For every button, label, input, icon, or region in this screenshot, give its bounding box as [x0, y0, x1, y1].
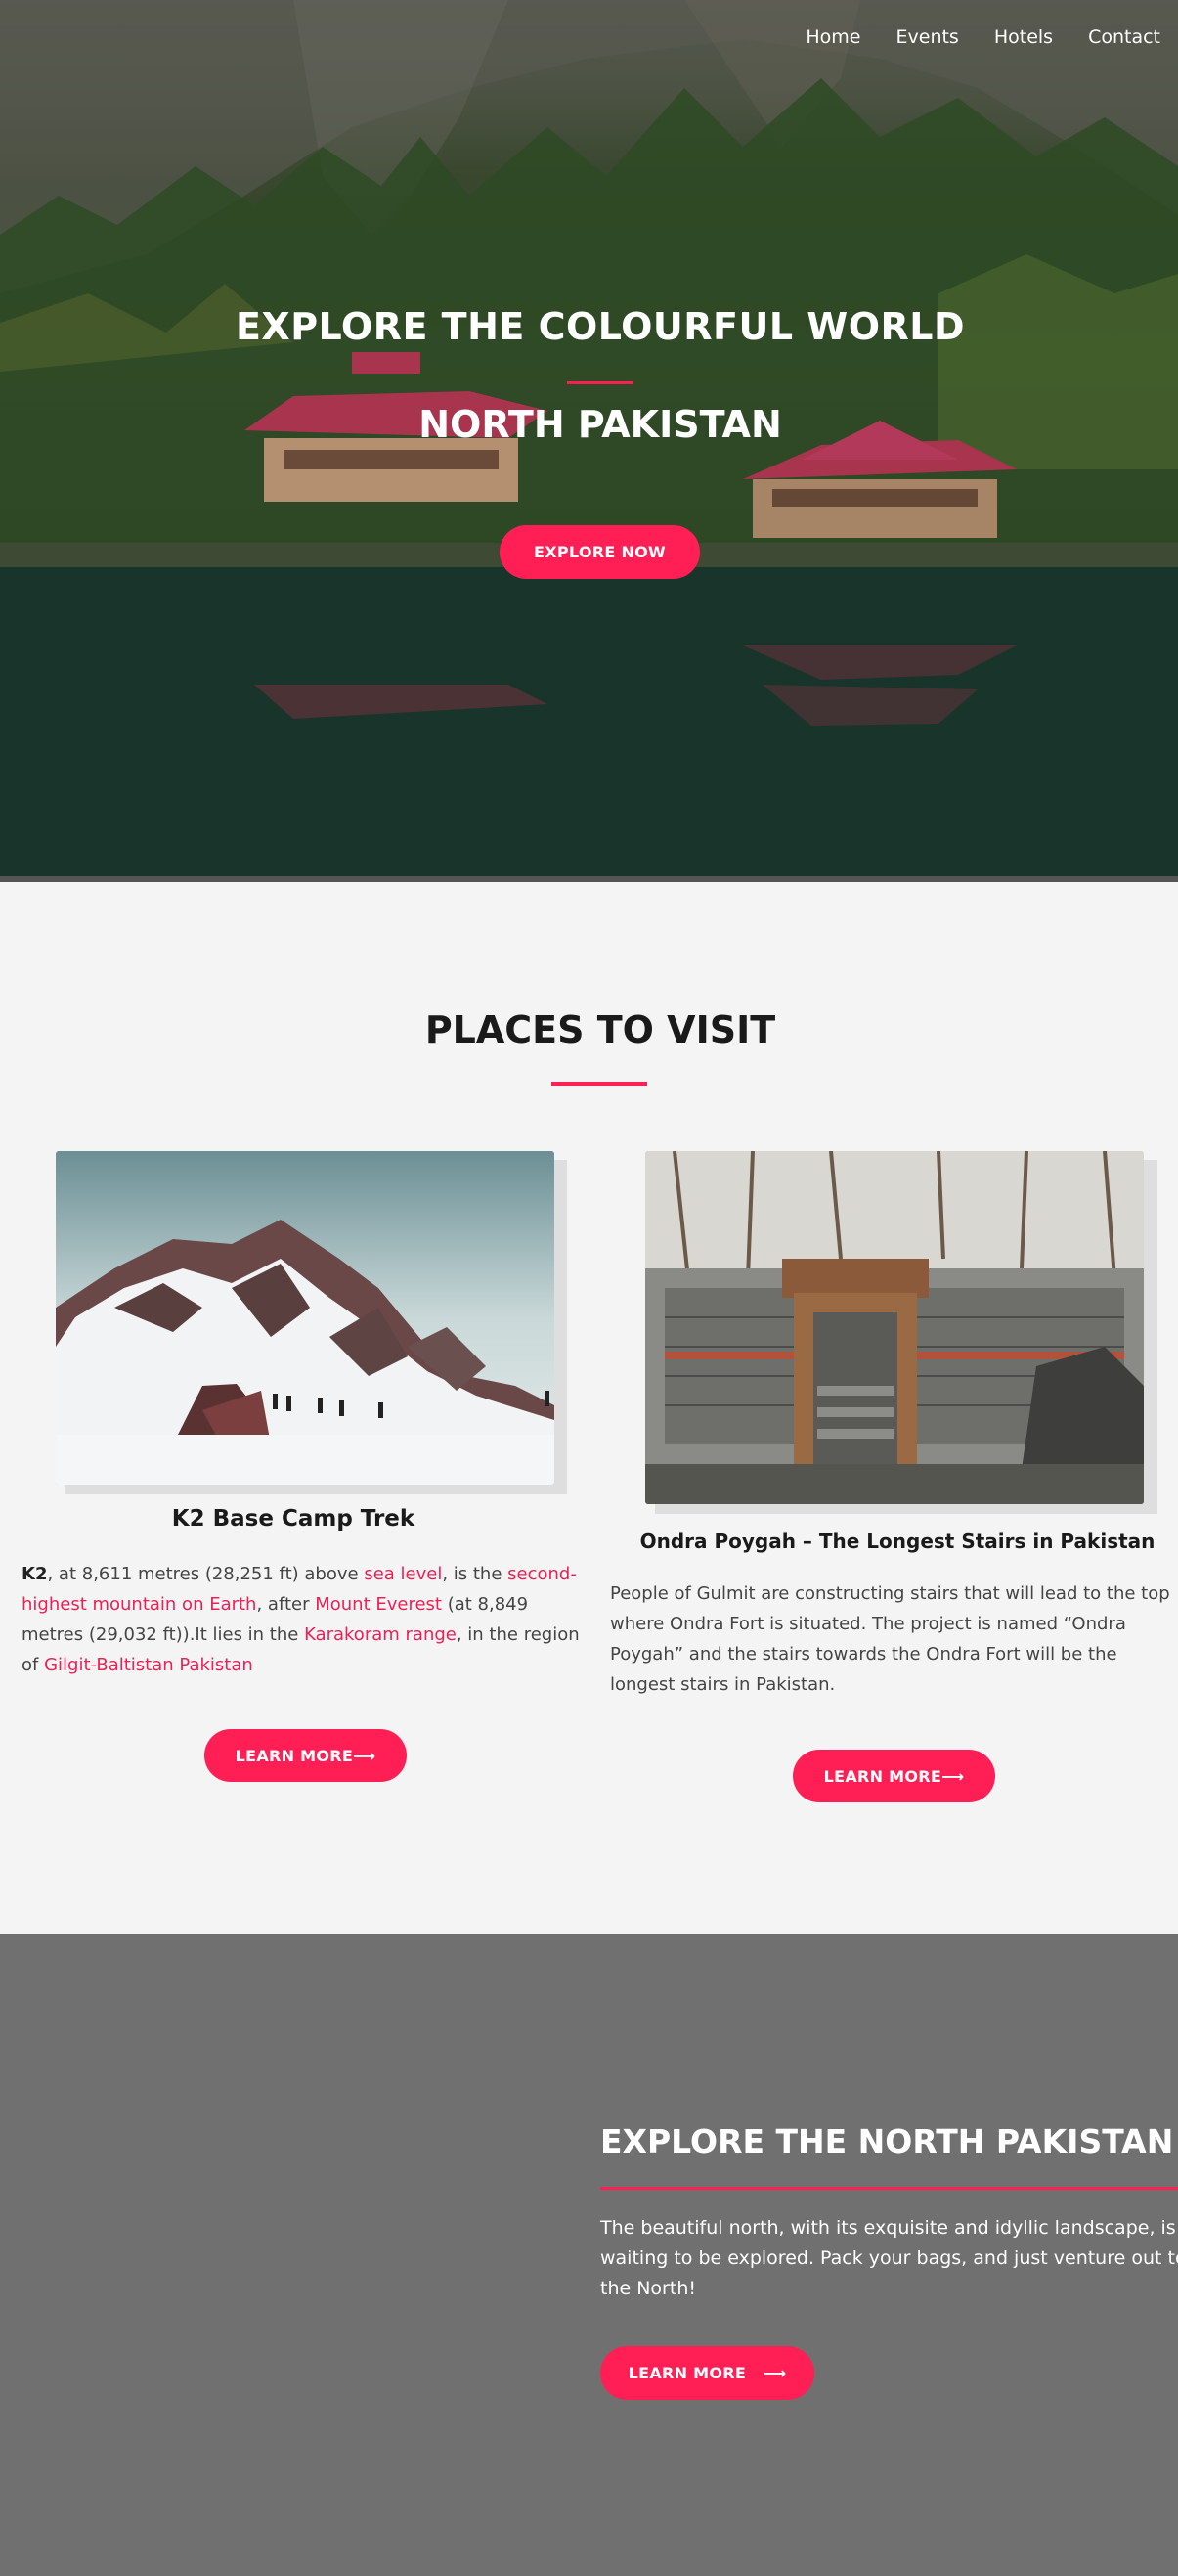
hero-subtitle: NORTH PAKISTAN — [418, 403, 782, 446]
k2-text-2: , is the — [442, 1564, 508, 1584]
main-nav: Home Events Hotels Contact — [770, 26, 1160, 48]
ondra-stairs-image — [645, 1151, 1144, 1504]
k2-mountain-image — [56, 1151, 554, 1485]
nav-hotels-link[interactable]: Hotels — [994, 26, 1053, 48]
ondra-card-title: Ondra Poygah – The Longest Stairs in Pak… — [639, 1530, 1156, 1553]
places-section: PLACES TO VISIT K2 Base Camp Trek K2, at… — [0, 888, 1178, 1934]
hero-section: Home Events Hotels Contact EXPLORE THE C… — [0, 0, 1178, 882]
k2-learn-more-button[interactable]: LEARN MORE⟶ — [204, 1729, 407, 1782]
ondra-photo — [645, 1151, 1144, 1504]
nav-events-link[interactable]: Events — [896, 26, 959, 48]
explore-text: The beautiful north, with its exquisite … — [600, 2217, 1178, 2299]
explore-title: EXPLORE THE NORTH PAKISTAN — [600, 2122, 1174, 2160]
sea-level-link[interactable]: sea level — [364, 1564, 442, 1584]
hero-title: EXPLORE THE COLOURFUL WORLD — [235, 305, 966, 348]
explore-button-label: LEARN MORE — [628, 2364, 747, 2382]
ondra-learn-more-button[interactable]: LEARN MORE⟶ — [793, 1750, 995, 1802]
karakoram-link[interactable]: Karakoram range — [304, 1624, 457, 1645]
nav-home-link[interactable]: Home — [806, 26, 860, 48]
k2-text-1: , at 8,611 metres (28,251 ft) above — [47, 1564, 365, 1584]
k2-card-title: K2 Base Camp Trek — [171, 1506, 415, 1532]
place-card-ondra: Ondra Poygah – The Longest Stairs in Pak… — [589, 888, 1178, 1934]
k2-text-3: , after — [256, 1594, 316, 1615]
nav-contact-link[interactable]: Contact — [1088, 26, 1160, 48]
arrow-right-icon: ⟶ — [764, 2364, 787, 2382]
explore-divider — [600, 2187, 1178, 2190]
k2-card-text: K2, at 8,611 metres (28,251 ft) above se… — [22, 1559, 593, 1680]
place-card-k2: K2 Base Camp Trek K2, at 8,611 metres (2… — [0, 888, 587, 1934]
ondra-card-text: People of Gulmit are constructing stairs… — [610, 1583, 1170, 1695]
k2-bold: K2 — [22, 1564, 48, 1584]
explore-section: EXPLORE THE NORTH PAKISTAN The beautiful… — [0, 1934, 1178, 2576]
explore-learn-more-button[interactable]: LEARN MORE ⟶ — [600, 2346, 814, 2400]
explore-now-button[interactable]: EXPLORE NOW — [500, 525, 700, 579]
hero-divider — [567, 381, 633, 384]
gilgit-baltistan-link[interactable]: Gilgit-Baltistan Pakistan — [44, 1655, 253, 1675]
mount-everest-link[interactable]: Mount Everest — [315, 1594, 442, 1615]
k2-photo — [56, 1151, 554, 1485]
